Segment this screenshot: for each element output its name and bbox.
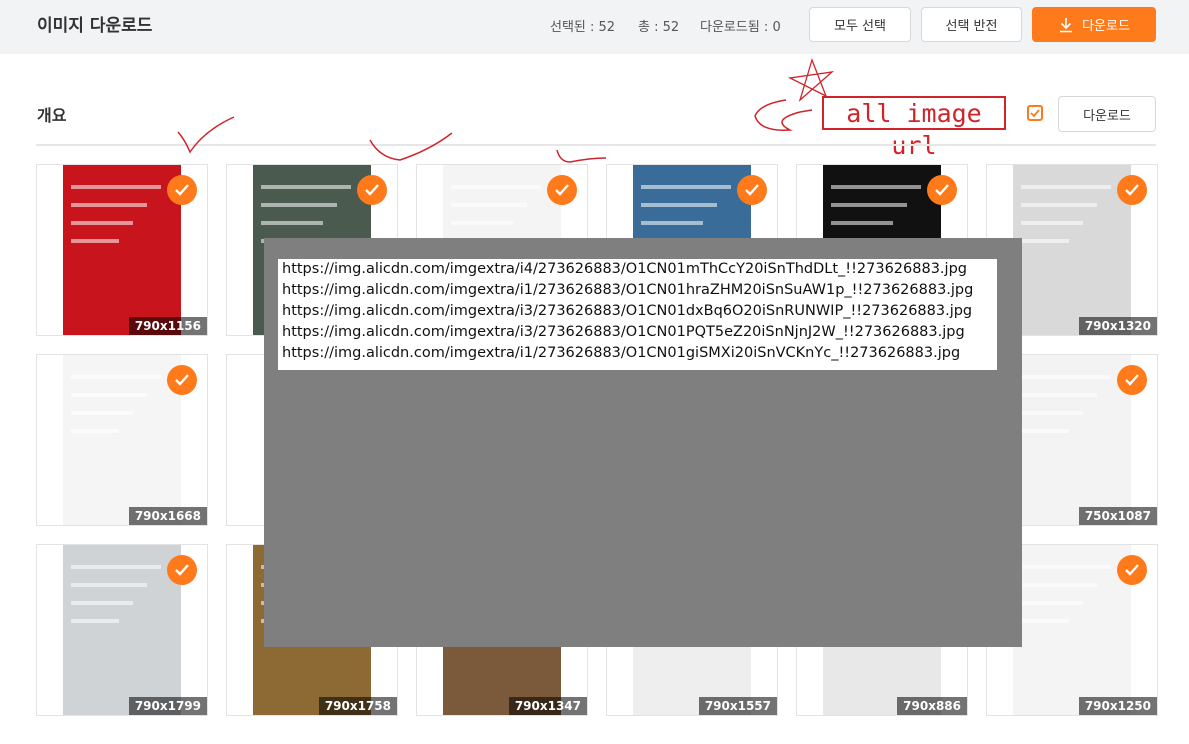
thumbnail-detail: [71, 239, 119, 243]
annotation-text: all image url: [846, 99, 982, 160]
thumbnail-detail: [641, 203, 717, 207]
image-card[interactable]: 790x1156: [36, 164, 208, 336]
invert-selection-button[interactable]: 선택 반전: [921, 7, 1022, 42]
image-size-label: 790x1799: [128, 697, 207, 715]
download-all-label: 다운로드: [1082, 19, 1130, 34]
top-bar: 이미지 다운로드 선택된 : 52 총 : 52 다운로드됨 : 0 모두 선택…: [0, 0, 1189, 54]
check-icon[interactable]: [737, 175, 767, 205]
thumbnail-detail: [261, 221, 323, 225]
check-icon[interactable]: [1117, 365, 1147, 395]
image-card[interactable]: 790x1668: [36, 354, 208, 526]
thumbnail-detail: [71, 411, 133, 415]
thumbnail-detail: [831, 221, 893, 225]
thumbnail-detail: [71, 221, 133, 225]
thumbnail-detail: [71, 565, 161, 569]
show-urls-checkbox[interactable]: [1027, 105, 1043, 121]
image-card[interactable]: 790x1799: [36, 544, 208, 716]
thumbnail-detail: [1021, 185, 1111, 189]
thumbnail-detail: [261, 185, 351, 189]
selected-count: 선택된 : 52: [550, 20, 616, 35]
thumbnail-detail: [71, 429, 119, 433]
check-icon[interactable]: [167, 555, 197, 585]
thumbnail-detail: [831, 185, 921, 189]
thumbnail-detail: [71, 375, 161, 379]
check-icon[interactable]: [547, 175, 577, 205]
image-thumbnail: [1013, 165, 1131, 335]
image-thumbnail: [1013, 355, 1131, 525]
image-size-label: 790x1758: [318, 697, 397, 715]
image-size-label: 790x1250: [1078, 697, 1157, 715]
thumbnail-detail: [451, 185, 541, 189]
download-icon: [1058, 17, 1074, 33]
thumbnail-detail: [1021, 429, 1069, 433]
image-size-label: 790x1347: [508, 697, 587, 715]
thumbnail-detail: [1021, 203, 1097, 207]
check-icon[interactable]: [1117, 555, 1147, 585]
select-all-button[interactable]: 모두 선택: [809, 7, 911, 42]
url-line[interactable]: https://img.alicdn.com/imgextra/i1/27362…: [282, 280, 997, 301]
image-thumbnail: [63, 355, 181, 525]
thumbnail-detail: [1021, 239, 1069, 243]
thumbnail-detail: [451, 203, 527, 207]
image-thumbnail: [63, 545, 181, 715]
thumbnail-detail: [641, 185, 731, 189]
check-icon[interactable]: [1117, 175, 1147, 205]
thumbnail-detail: [1021, 619, 1069, 623]
thumbnail-detail: [71, 393, 147, 397]
downloaded-count: 다운로드됨 : 0: [700, 20, 781, 35]
check-icon[interactable]: [167, 175, 197, 205]
image-size-label: 790x1557: [698, 697, 777, 715]
image-size-label: 790x1668: [128, 507, 207, 525]
thumbnail-detail: [261, 203, 337, 207]
url-line[interactable]: https://img.alicdn.com/imgextra/i3/27362…: [282, 301, 997, 322]
thumbnail-detail: [71, 619, 119, 623]
total-count: 총 : 52: [638, 20, 680, 35]
check-icon[interactable]: [167, 365, 197, 395]
image-thumbnail: [1013, 545, 1131, 715]
thumbnail-detail: [71, 601, 133, 605]
thumbnail-detail: [1021, 375, 1111, 379]
url-line[interactable]: https://img.alicdn.com/imgextra/i3/27362…: [282, 322, 997, 343]
thumbnail-detail: [831, 203, 907, 207]
page-title: 이미지 다운로드: [37, 16, 153, 36]
thumbnail-detail: [1021, 393, 1097, 397]
check-icon[interactable]: [927, 175, 957, 205]
thumbnail-detail: [71, 583, 147, 587]
url-overlay: https://img.alicdn.com/imgextra/i4/27362…: [264, 238, 1022, 647]
url-list[interactable]: https://img.alicdn.com/imgextra/i4/27362…: [278, 259, 997, 370]
thumbnail-detail: [451, 221, 513, 225]
section-download-button[interactable]: 다운로드: [1058, 96, 1156, 132]
thumbnail-detail: [1021, 583, 1097, 587]
thumbnail-detail: [71, 203, 147, 207]
annotation-box: all image url: [822, 96, 1006, 160]
thumbnail-detail: [1021, 221, 1083, 225]
check-icon[interactable]: [357, 175, 387, 205]
thumbnail-detail: [71, 185, 161, 189]
thumbnail-detail: [641, 221, 703, 225]
image-size-label: 790x1156: [128, 317, 207, 335]
thumbnail-detail: [1021, 565, 1111, 569]
section-title: 개요: [37, 106, 67, 125]
thumbnail-detail: [1021, 411, 1083, 415]
download-all-button[interactable]: 다운로드: [1032, 7, 1156, 42]
image-size-label: 790x886: [897, 697, 967, 715]
divider: [36, 144, 1156, 146]
thumbnail-detail: [1021, 601, 1083, 605]
image-thumbnail: [63, 165, 181, 335]
image-size-label: 790x1320: [1078, 317, 1157, 335]
image-size-label: 750x1087: [1078, 507, 1157, 525]
url-line[interactable]: https://img.alicdn.com/imgextra/i4/27362…: [282, 259, 997, 280]
url-line[interactable]: https://img.alicdn.com/imgextra/i1/27362…: [282, 343, 997, 364]
